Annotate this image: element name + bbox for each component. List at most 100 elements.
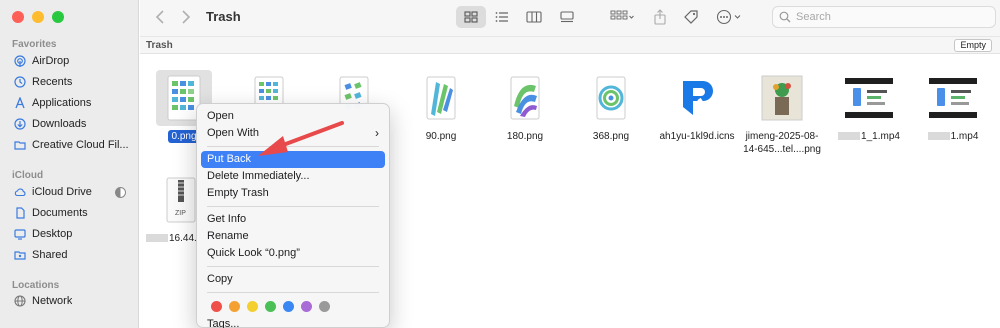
png-thumbnail-icon bbox=[596, 76, 626, 120]
column-view-button[interactable] bbox=[518, 6, 550, 28]
sidebar-item-desktop[interactable]: Desktop bbox=[14, 224, 136, 244]
group-by-button[interactable] bbox=[610, 6, 634, 28]
window-title: Trash bbox=[206, 9, 241, 24]
forward-button[interactable] bbox=[178, 9, 194, 27]
zoom-window-button[interactable] bbox=[52, 11, 64, 23]
menu-item-label: Open With bbox=[207, 127, 259, 139]
menu-item-quick-look[interactable]: Quick Look “0.png” bbox=[201, 245, 385, 262]
redacted-text bbox=[838, 132, 861, 141]
menu-item-get-info[interactable]: Get Info bbox=[201, 211, 385, 228]
tag-blue[interactable] bbox=[283, 301, 294, 312]
tag-yellow[interactable] bbox=[247, 301, 258, 312]
sidebar-item-recents[interactable]: Recents bbox=[14, 72, 136, 92]
sidebar-item-downloads[interactable]: Downloads bbox=[14, 114, 136, 134]
sidebar-item-shared[interactable]: Shared bbox=[14, 245, 136, 265]
menu-item-open[interactable]: Open bbox=[201, 108, 385, 125]
list-view-button[interactable] bbox=[486, 6, 518, 28]
document-icon bbox=[16, 207, 25, 219]
sidebar-item-label: AirDrop bbox=[32, 55, 70, 67]
png-thumbnail-icon bbox=[426, 76, 456, 120]
menu-item-tags[interactable]: Tags... bbox=[201, 316, 385, 328]
close-window-button[interactable] bbox=[12, 11, 24, 23]
tag-gray[interactable] bbox=[319, 301, 330, 312]
sidebar-section-locations: Locations bbox=[12, 280, 60, 291]
tag-colors-row bbox=[197, 297, 389, 316]
file-item[interactable]: 1_1.mp4 bbox=[832, 70, 906, 143]
minimize-window-button[interactable] bbox=[32, 11, 44, 23]
globe-icon bbox=[14, 295, 26, 307]
share-button[interactable] bbox=[653, 6, 667, 28]
file-name: 368.png bbox=[592, 131, 630, 142]
search-input[interactable] bbox=[796, 11, 986, 23]
file-name: 1.mp4 bbox=[916, 130, 990, 143]
file-thumbnail bbox=[841, 70, 897, 126]
video-thumbnail-icon bbox=[845, 78, 893, 118]
png-thumbnail-icon bbox=[510, 76, 540, 120]
file-item[interactable]: jimeng-2025-08-14-645...tel....png bbox=[740, 70, 824, 156]
file-item[interactable]: 368.png bbox=[574, 70, 648, 143]
file-thumbnail bbox=[413, 70, 469, 126]
image-thumbnail-icon bbox=[761, 75, 803, 121]
menu-separator bbox=[207, 206, 379, 207]
menu-item-open-with[interactable]: Open With › bbox=[201, 125, 385, 142]
sidebar-item-documents[interactable]: Documents bbox=[14, 203, 136, 223]
sidebar-item-label: Documents bbox=[32, 207, 88, 219]
grid-icon bbox=[464, 11, 478, 23]
menu-item-delete-immediately[interactable]: Delete Immediately... bbox=[201, 168, 385, 185]
menu-item-rename[interactable]: Rename bbox=[201, 228, 385, 245]
share-icon bbox=[654, 9, 666, 25]
file-thumbnail bbox=[754, 70, 810, 126]
path-bar: Trash Empty bbox=[140, 36, 1000, 54]
file-name: 1_1.mp4 bbox=[832, 130, 906, 143]
search-field[interactable] bbox=[772, 6, 996, 28]
tag-button[interactable] bbox=[683, 6, 699, 28]
menu-separator bbox=[207, 146, 379, 147]
menu-item-put-back[interactable]: Put Back bbox=[201, 151, 385, 168]
file-thumbnail bbox=[925, 70, 981, 126]
chevron-right-icon bbox=[182, 10, 191, 24]
file-item[interactable]: 180.png bbox=[488, 70, 562, 143]
file-item[interactable]: ah1yu-1kl9d.icns bbox=[656, 70, 738, 143]
empty-trash-button[interactable]: Empty bbox=[954, 39, 992, 52]
desktop-icon bbox=[14, 229, 26, 240]
sidebar-item-label: Downloads bbox=[32, 118, 87, 130]
tag-purple[interactable] bbox=[301, 301, 312, 312]
icon-view-button[interactable] bbox=[456, 6, 486, 28]
sidebar: Favorites AirDrop Recents Applications D… bbox=[0, 0, 139, 328]
tag-green[interactable] bbox=[265, 301, 276, 312]
menu-separator bbox=[207, 266, 379, 267]
sidebar-item-icloud-drive[interactable]: iCloud Drive bbox=[14, 182, 136, 202]
cloud-icon bbox=[14, 188, 26, 197]
back-button[interactable] bbox=[152, 9, 168, 27]
file-name: ah1yu-1kl9d.icns bbox=[659, 131, 735, 142]
redacted-text bbox=[146, 234, 168, 243]
gallery-icon bbox=[560, 11, 574, 23]
menu-item-copy[interactable]: Copy bbox=[201, 271, 385, 288]
window-controls bbox=[12, 11, 64, 23]
sidebar-item-label: Network bbox=[32, 295, 73, 307]
chevron-right-icon: › bbox=[375, 126, 379, 140]
menu-item-empty-trash[interactable]: Empty Trash bbox=[201, 185, 385, 202]
columns-icon bbox=[526, 11, 542, 23]
app-logo-icon bbox=[683, 81, 713, 115]
file-item[interactable]: 1.mp4 bbox=[916, 70, 990, 143]
sidebar-item-airdrop[interactable]: AirDrop bbox=[14, 51, 136, 71]
chevron-left-icon bbox=[155, 10, 164, 24]
tag-orange[interactable] bbox=[229, 301, 240, 312]
file-name: jimeng-2025-08-14-645...tel....png bbox=[743, 131, 821, 155]
path-title: Trash bbox=[146, 40, 173, 51]
sidebar-section-favorites: Favorites bbox=[12, 39, 57, 50]
gallery-view-button[interactable] bbox=[550, 6, 584, 28]
file-thumbnail bbox=[583, 70, 639, 126]
airdrop-icon bbox=[14, 55, 26, 67]
tag-red[interactable] bbox=[211, 301, 222, 312]
list-icon bbox=[495, 12, 508, 22]
sidebar-item-applications[interactable]: Applications bbox=[14, 93, 136, 113]
applications-icon bbox=[15, 97, 25, 109]
folder-icon bbox=[14, 141, 26, 150]
more-actions-button[interactable] bbox=[716, 6, 744, 28]
sidebar-item-creative-cloud[interactable]: Creative Cloud Fil... bbox=[14, 135, 136, 155]
sync-progress-icon bbox=[115, 186, 126, 198]
sidebar-item-network[interactable]: Network bbox=[14, 291, 136, 311]
file-item[interactable]: 90.png bbox=[404, 70, 478, 143]
